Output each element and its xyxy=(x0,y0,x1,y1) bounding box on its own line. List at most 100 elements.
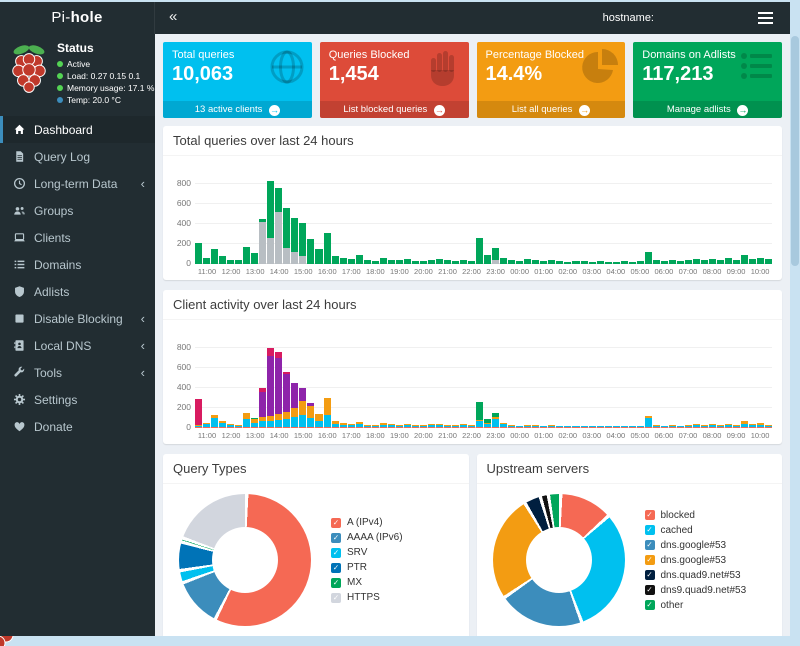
bar[interactable] xyxy=(605,262,612,265)
bar[interactable] xyxy=(195,243,202,264)
bar[interactable] xyxy=(717,425,724,428)
bar[interactable] xyxy=(332,421,339,429)
sidebar-item-tools[interactable]: Tools ‹ xyxy=(0,359,155,386)
bar[interactable] xyxy=(653,260,660,264)
bar[interactable] xyxy=(307,239,314,264)
bar[interactable] xyxy=(741,255,748,264)
bar[interactable] xyxy=(259,388,266,429)
legend-item[interactable]: ✓SRV xyxy=(331,547,403,558)
bar[interactable] xyxy=(420,425,427,428)
bar[interactable] xyxy=(251,253,258,264)
bar[interactable] xyxy=(452,425,459,428)
legend-item[interactable]: ✓dns.quad9.net#53 xyxy=(645,570,747,581)
bar[interactable] xyxy=(332,256,339,264)
bar[interactable] xyxy=(701,260,708,265)
bar[interactable] xyxy=(532,260,539,264)
client-activity-chart[interactable]: 0200400600800 11:0012:0013:0014:0015:001… xyxy=(163,320,782,444)
sidebar-collapse-icon[interactable]: « xyxy=(155,2,191,34)
bar[interactable] xyxy=(348,259,355,264)
bar[interactable] xyxy=(613,426,620,428)
bar[interactable] xyxy=(428,424,435,428)
bar[interactable] xyxy=(203,423,210,429)
card-footer-link[interactable]: Manage adlists → xyxy=(633,101,782,118)
bar[interactable] xyxy=(733,260,740,265)
bar[interactable] xyxy=(219,421,226,429)
legend-item[interactable]: ✓dns.google#53 xyxy=(645,555,747,566)
bar[interactable] xyxy=(444,260,451,264)
bar[interactable] xyxy=(637,426,644,428)
bar[interactable] xyxy=(492,413,499,429)
bar[interactable] xyxy=(685,260,692,264)
bar[interactable] xyxy=(516,261,523,265)
bar[interactable] xyxy=(629,262,636,265)
bar[interactable] xyxy=(259,219,266,264)
bar[interactable] xyxy=(396,425,403,429)
bar[interactable] xyxy=(243,247,250,264)
sidebar-item-disable-blocking[interactable]: Disable Blocking ‹ xyxy=(0,305,155,332)
bar[interactable] xyxy=(267,181,274,264)
bar[interactable] xyxy=(532,425,539,428)
bar[interactable] xyxy=(621,426,628,428)
hamburger-menu-icon[interactable] xyxy=(746,2,784,34)
bar[interactable] xyxy=(757,423,764,428)
bar[interactable] xyxy=(500,258,507,264)
bar[interactable] xyxy=(436,259,443,264)
bar[interactable] xyxy=(516,426,523,428)
bar[interactable] xyxy=(364,260,371,264)
bar[interactable] xyxy=(693,424,700,428)
bar[interactable] xyxy=(556,426,563,428)
bar[interactable] xyxy=(629,426,636,428)
bar[interactable] xyxy=(556,261,563,265)
sidebar-item-domains[interactable]: Domains xyxy=(0,251,155,278)
legend-item[interactable]: ✓PTR xyxy=(331,562,403,573)
total-queries-chart[interactable]: 0200400600800 11:0012:0013:0014:0015:001… xyxy=(163,156,782,280)
sidebar-item-local-dns[interactable]: Local DNS ‹ xyxy=(0,332,155,359)
bar[interactable] xyxy=(645,416,652,428)
pihole-logo[interactable]: Pi-hole xyxy=(0,2,155,34)
legend-item[interactable]: ✓other xyxy=(645,600,747,611)
bar[interactable] xyxy=(372,425,379,429)
bar[interactable] xyxy=(749,259,756,265)
bar[interactable] xyxy=(452,261,459,265)
legend-item[interactable]: ✓A (IPv4) xyxy=(331,517,403,528)
scrollbar-thumb[interactable] xyxy=(791,36,799,266)
sidebar-item-settings[interactable]: Settings xyxy=(0,386,155,413)
bar[interactable] xyxy=(653,425,660,428)
bar[interactable] xyxy=(275,352,282,429)
bar[interactable] xyxy=(589,262,596,265)
bar[interactable] xyxy=(661,426,668,428)
bar[interactable] xyxy=(725,258,732,264)
bar[interactable] xyxy=(540,261,547,264)
bar[interactable] xyxy=(741,421,748,428)
bar[interactable] xyxy=(597,426,604,428)
sidebar-item-dashboard[interactable]: Dashboard xyxy=(0,116,155,143)
bar[interactable] xyxy=(693,259,700,265)
bar[interactable] xyxy=(283,208,290,264)
bar[interactable] xyxy=(572,426,579,428)
bar[interactable] xyxy=(717,260,724,264)
legend-item[interactable]: ✓HTTPS xyxy=(331,592,403,603)
bar[interactable] xyxy=(356,255,363,264)
bar[interactable] xyxy=(211,415,218,429)
legend-item[interactable]: ✓dns.google#53 xyxy=(645,540,747,551)
bar[interactable] xyxy=(589,426,596,428)
sidebar-item-query-log[interactable]: Query Log xyxy=(0,143,155,170)
bar[interactable] xyxy=(669,260,676,265)
bar[interactable] xyxy=(621,261,628,264)
sidebar-item-clients[interactable]: Clients xyxy=(0,224,155,251)
bar[interactable] xyxy=(307,403,314,429)
legend-item[interactable]: ✓AAAA (IPv6) xyxy=(331,532,403,543)
bar[interactable] xyxy=(685,425,692,428)
bar[interactable] xyxy=(524,259,531,264)
bar[interactable] xyxy=(701,425,708,428)
bar[interactable] xyxy=(436,424,443,429)
bar[interactable] xyxy=(404,259,411,265)
bar[interactable] xyxy=(324,233,331,264)
bar[interactable] xyxy=(725,424,732,428)
bar[interactable] xyxy=(412,425,419,429)
bar[interactable] xyxy=(315,249,322,264)
bar[interactable] xyxy=(524,425,531,428)
bar[interactable] xyxy=(564,426,571,428)
bar[interactable] xyxy=(757,258,764,265)
bar[interactable] xyxy=(444,425,451,429)
